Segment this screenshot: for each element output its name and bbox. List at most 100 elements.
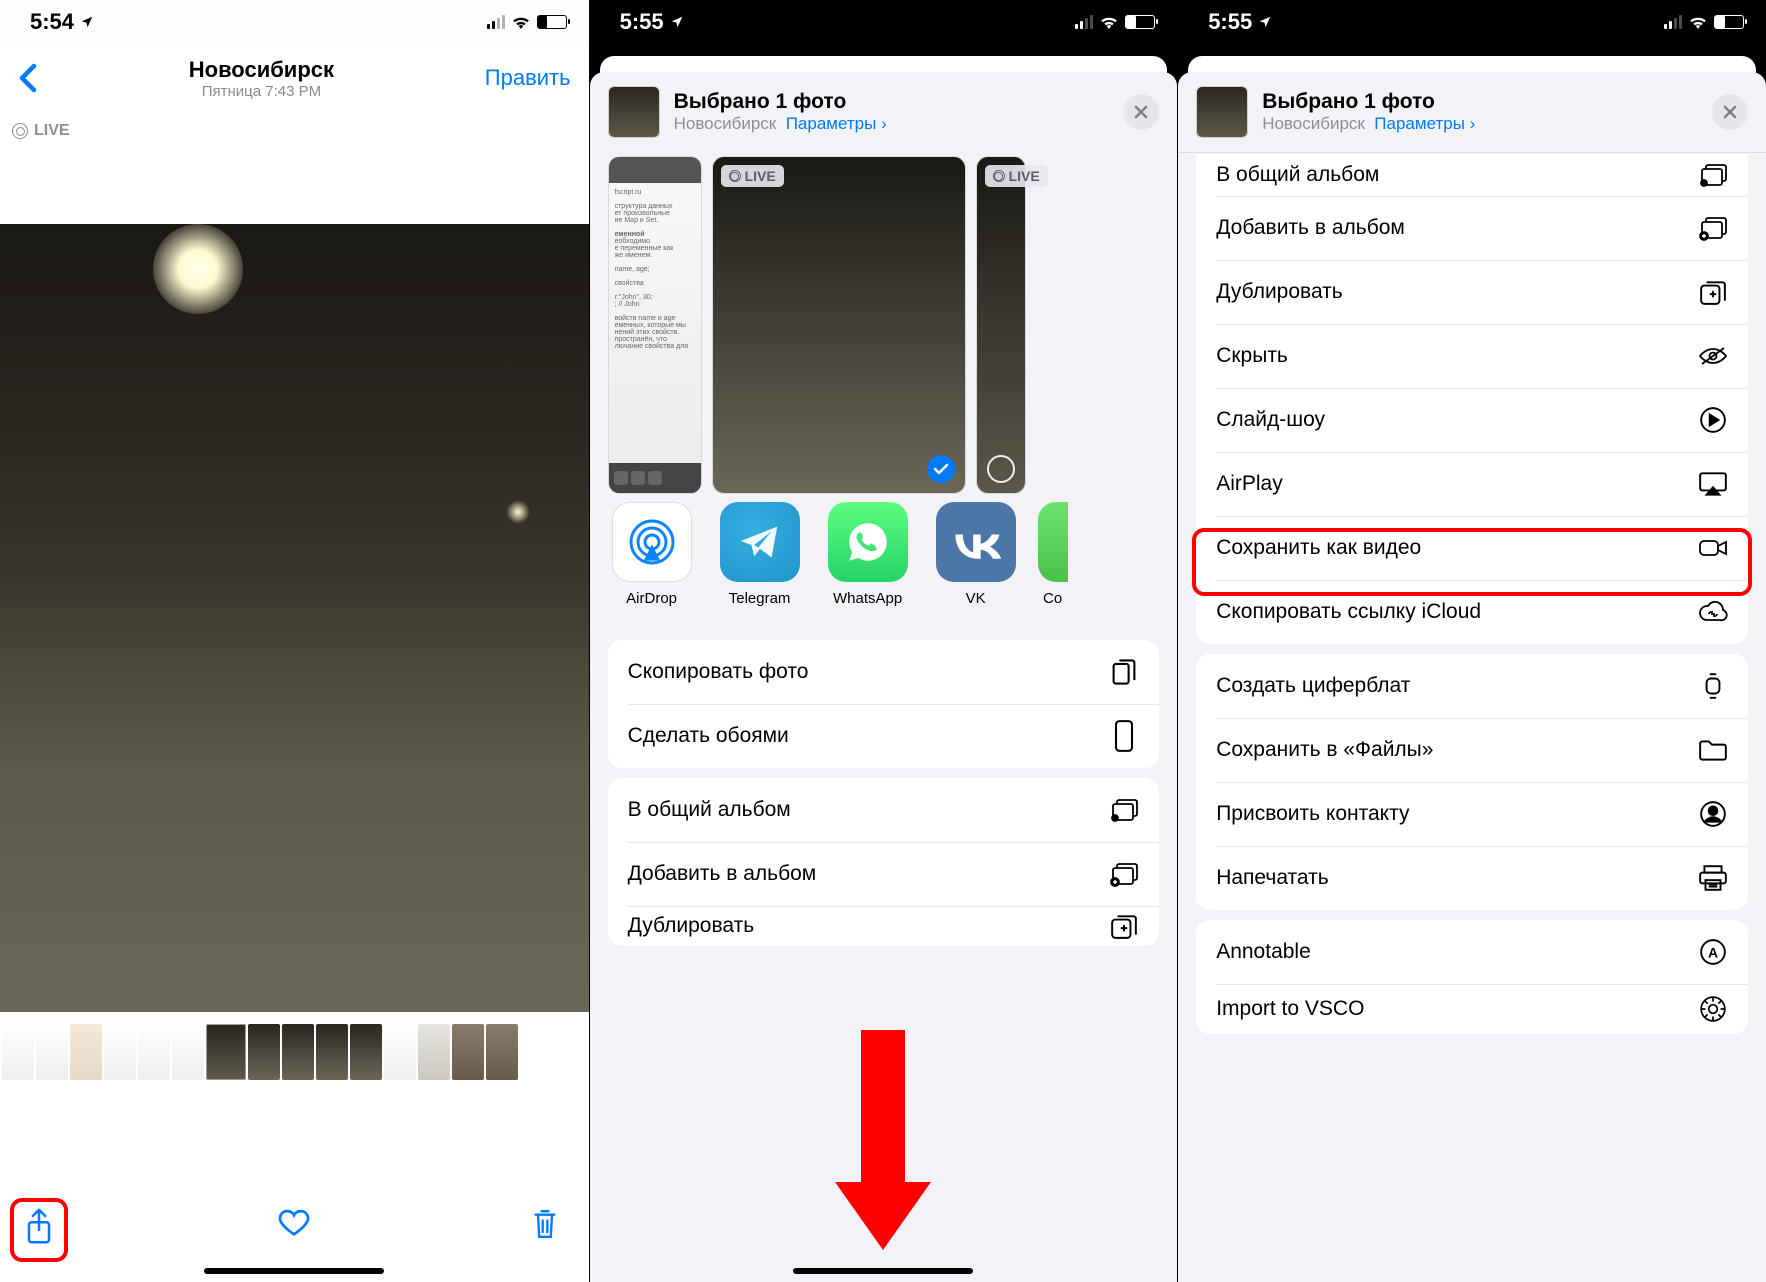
cellular-icon: [1664, 15, 1682, 29]
play-icon: [1698, 405, 1728, 435]
thumbnail-strip[interactable]: [0, 1022, 589, 1082]
back-button[interactable]: [18, 63, 38, 93]
action-set-wallpaper[interactable]: Сделать обоями: [608, 704, 1160, 768]
action-shared-album[interactable]: В общий альбом: [1196, 154, 1748, 196]
annotable-icon: A: [1698, 937, 1728, 967]
thumbnail[interactable]: [486, 1024, 518, 1080]
app-vk[interactable]: VK: [934, 502, 1018, 630]
actions-scroll[interactable]: В общий альбом Добавить в альбом Дублиро…: [1178, 154, 1766, 1282]
thumbnail[interactable]: [452, 1024, 484, 1080]
options-link[interactable]: Параметры ›: [1374, 114, 1475, 133]
thumbnail[interactable]: [418, 1024, 450, 1080]
status-icons: [1075, 15, 1155, 29]
sheet-title: Выбрано 1 фото: [674, 90, 1110, 114]
thumbnail[interactable]: [172, 1024, 204, 1080]
close-button[interactable]: [1712, 94, 1748, 130]
action-duplicate[interactable]: Дублировать: [608, 906, 1160, 946]
screen-share-sheet: 5:55 Выбрано 1 фото Новосибирск Параметр…: [589, 0, 1178, 1282]
action-hide[interactable]: Скрыть: [1196, 324, 1748, 388]
vsco-icon: [1698, 994, 1728, 1024]
contact-icon: [1698, 799, 1728, 829]
action-assign-contact[interactable]: Присвоить контакту: [1196, 782, 1748, 846]
highlight-save-as-video: [1192, 528, 1752, 596]
close-button[interactable]: [1123, 94, 1159, 130]
app-label: WhatsApp: [833, 590, 902, 607]
carousel-item-selected[interactable]: LIVE: [712, 156, 966, 494]
app-whatsapp[interactable]: WhatsApp: [826, 502, 910, 630]
status-time: 5:55: [1208, 9, 1252, 35]
app-airdrop[interactable]: AirDrop: [610, 502, 694, 630]
thumbnail[interactable]: [384, 1024, 416, 1080]
airdrop-icon: [624, 514, 680, 570]
app-telegram[interactable]: Telegram: [718, 502, 802, 630]
shared-album-icon: [1109, 795, 1139, 825]
options-link[interactable]: Параметры ›: [786, 114, 887, 133]
telegram-icon: [737, 519, 783, 565]
app-label: Telegram: [729, 590, 791, 607]
status-bar: 5:55: [590, 0, 1178, 44]
action-slideshow[interactable]: Слайд-шоу: [1196, 388, 1748, 452]
duplicate-icon: [1109, 911, 1139, 941]
live-icon: [729, 170, 741, 182]
print-icon: [1698, 863, 1728, 893]
status-icons: [1664, 15, 1744, 29]
status-bar: 5:54: [0, 0, 589, 44]
thumbnail-selected[interactable]: [206, 1024, 246, 1080]
app-more[interactable]: Co: [1038, 502, 1068, 630]
carousel-item[interactable]: LIVE: [976, 156, 1026, 494]
home-indicator[interactable]: [204, 1268, 384, 1274]
tutorial-arrow-icon: [848, 1030, 918, 1250]
header-thumbnail: [608, 86, 660, 138]
thumbnail[interactable]: [282, 1024, 314, 1080]
airplay-icon: [1698, 469, 1728, 499]
thumbnail[interactable]: [138, 1024, 170, 1080]
favorite-button[interactable]: [277, 1207, 311, 1241]
thumbnail[interactable]: [316, 1024, 348, 1080]
photo-viewer[interactable]: [0, 224, 589, 1012]
action-group: Создать циферблат Сохранить в «Файлы» Пр…: [1196, 654, 1748, 910]
action-vsco[interactable]: Import to VSCO: [1196, 984, 1748, 1034]
sheet-location: Новосибирск: [1262, 114, 1365, 133]
selection-check-icon[interactable]: [927, 455, 955, 483]
action-airplay[interactable]: AirPlay: [1196, 452, 1748, 516]
add-album-icon: [1109, 859, 1139, 889]
status-time: 5:55: [620, 9, 664, 35]
share-sheet: Выбрано 1 фото Новосибирск Параметры › f…: [590, 72, 1178, 1282]
action-shared-album[interactable]: В общий альбом: [608, 778, 1160, 842]
home-indicator[interactable]: [793, 1268, 973, 1274]
action-print[interactable]: Напечатать: [1196, 846, 1748, 910]
thumbnail[interactable]: [104, 1024, 136, 1080]
chevron-right-icon: ›: [881, 114, 887, 133]
carousel-item[interactable]: fscript.ruструктура данныхет произвольны…: [608, 156, 702, 494]
share-apps-row[interactable]: AirDrop Telegram WhatsApp VK: [590, 496, 1178, 630]
action-create-watchface[interactable]: Создать циферблат: [1196, 654, 1748, 718]
action-duplicate[interactable]: Дублировать: [1196, 260, 1748, 324]
location-services-icon: [1258, 15, 1272, 29]
selection-check-icon[interactable]: [987, 455, 1015, 483]
highlight-share-button: [10, 1198, 68, 1262]
action-copy-photo[interactable]: Скопировать фото: [608, 640, 1160, 704]
battery-icon: [537, 15, 567, 29]
sheet-title: Выбрано 1 фото: [1262, 90, 1698, 114]
screen-photo-detail: 5:54 Новосибирск Пятница 7:43 PM Править…: [0, 0, 589, 1282]
delete-button[interactable]: [531, 1207, 565, 1241]
status-time: 5:54: [30, 9, 74, 35]
thumbnail[interactable]: [36, 1024, 68, 1080]
thumbnail[interactable]: [70, 1024, 102, 1080]
live-icon: [12, 123, 28, 139]
edit-button[interactable]: Править: [485, 65, 571, 91]
thumbnail[interactable]: [248, 1024, 280, 1080]
action-group: Annotable A Import to VSCO: [1196, 920, 1748, 1034]
action-add-to-album[interactable]: Добавить в альбом: [608, 842, 1160, 906]
thumbnail[interactable]: [350, 1024, 382, 1080]
live-icon: [993, 170, 1005, 182]
vk-icon: [948, 525, 1004, 559]
phone-icon: [1109, 721, 1139, 751]
action-add-to-album[interactable]: Добавить в альбом: [1196, 196, 1748, 260]
cloud-link-icon: [1698, 597, 1728, 627]
selection-carousel[interactable]: fscript.ruструктура данныхет произвольны…: [590, 152, 1178, 496]
thumbnail[interactable]: [2, 1024, 34, 1080]
action-annotable[interactable]: Annotable A: [1196, 920, 1748, 984]
action-save-to-files[interactable]: Сохранить в «Файлы»: [1196, 718, 1748, 782]
wifi-icon: [1688, 15, 1708, 29]
